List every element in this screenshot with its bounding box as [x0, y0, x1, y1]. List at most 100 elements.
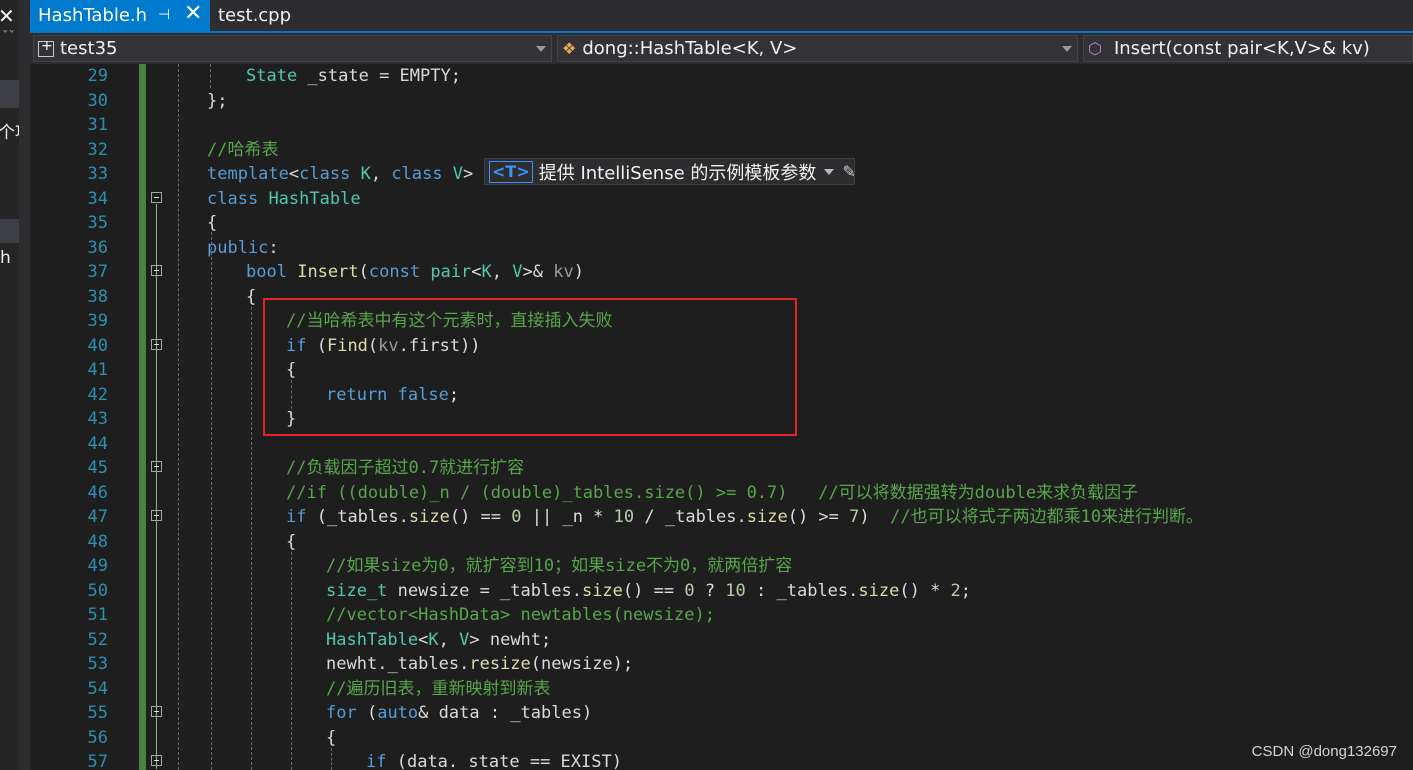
- line-number: 56: [87, 727, 108, 748]
- panel-clipped-text: 个项: [0, 123, 19, 143]
- class-icon: ❖: [562, 39, 577, 58]
- document-tab-bar: HashTable.h ⊣ ✕ test.cpp: [30, 0, 1413, 33]
- code-line: 48 {: [30, 530, 1413, 555]
- tab-test-cpp[interactable]: test.cpp: [210, 0, 291, 31]
- panel-dropdown[interactable]: [0, 80, 19, 108]
- close-tab-icon[interactable]: ✕: [184, 1, 202, 26]
- navigation-bar: test35 ❖ dong::HashTable<K, V> ⬡ Insert(…: [30, 33, 1413, 64]
- code-text: {: [286, 531, 297, 552]
- line-number: 33: [87, 164, 108, 184]
- code-text: State _state = EMPTY;: [246, 66, 461, 86]
- line-number: 53: [87, 654, 108, 674]
- chevron-down-icon: [1062, 46, 1072, 52]
- code-text: public:: [207, 237, 279, 258]
- code-line: 49 //如果size为0，就扩容到10；如果size不为0，就两倍扩容: [30, 554, 1413, 579]
- line-number: 54: [87, 678, 108, 699]
- line-number: 55: [87, 703, 108, 723]
- code-text: };: [207, 90, 228, 111]
- code-line: 30 };: [30, 89, 1413, 114]
- code-text: if (_tables.size() == 0 || _n * 10 / _ta…: [286, 507, 1204, 527]
- code-line: 31: [30, 113, 1413, 138]
- code-line: 54 //遍历旧表，重新映射到新表: [30, 677, 1413, 702]
- code-line: 55 for (auto& data : _tables): [30, 701, 1413, 726]
- line-number: 51: [87, 605, 108, 625]
- collapse-icon[interactable]: [151, 191, 162, 203]
- panel-clipped-text: h: [0, 248, 11, 268]
- line-number: 40: [87, 335, 108, 356]
- member-dropdown[interactable]: ⬡ Insert(const pair<K,V>& kv): [1083, 35, 1413, 62]
- code-text: for (auto& data : _tables): [326, 703, 593, 723]
- code-comment: //哈希表: [207, 139, 279, 160]
- code-line: 37 bool Insert(const pair<K, V>& kv): [30, 260, 1413, 285]
- watermark: CSDN @dong132697: [1251, 743, 1397, 760]
- line-number: 42: [87, 384, 108, 405]
- code-line: 36 public:: [30, 236, 1413, 261]
- line-number: 35: [87, 213, 108, 233]
- code-text: {: [207, 213, 218, 233]
- project-name: test35: [60, 38, 118, 59]
- code-line: 56 {: [30, 726, 1413, 751]
- collapse-icon[interactable]: [151, 265, 162, 276]
- chevron-down-icon: [536, 46, 546, 52]
- code-comment: //遍历旧表，重新映射到新表: [326, 678, 551, 699]
- code-line: 50 size_t newsize = _tables.size() == 0 …: [30, 579, 1413, 604]
- template-icon: <T>: [489, 160, 533, 183]
- code-line: 53 newht._tables.resize(newsize);: [30, 652, 1413, 677]
- panel-selected-item[interactable]: [0, 219, 19, 243]
- line-number: 37: [87, 262, 108, 282]
- code-text: {: [246, 286, 257, 307]
- code-line: 45 //负载因子超过0.7就进行扩容: [30, 456, 1413, 481]
- collapse-icon[interactable]: [151, 510, 162, 521]
- line-number: 43: [87, 409, 108, 429]
- code-text: HashTable<K, V> newht;: [326, 629, 552, 650]
- line-number: 47: [87, 507, 108, 527]
- line-number: 50: [87, 580, 108, 601]
- line-number: 30: [87, 90, 108, 111]
- code-line: 47 if (_tables.size() == 0 || _n * 10 / …: [30, 505, 1413, 530]
- code-line: 34 class HashTable: [30, 187, 1413, 212]
- intellisense-template-hint[interactable]: <T> 提供 IntelliSense 的示例模板参数 ✎: [484, 158, 856, 185]
- code-line: 46 //if ((double)_n / (double)_tables.si…: [30, 481, 1413, 506]
- panel-close-icon[interactable]: ✕: [0, 4, 15, 28]
- pin-icon[interactable]: ⊣: [158, 7, 170, 23]
- line-number: 29: [87, 66, 108, 86]
- code-line: 35 {: [30, 211, 1413, 236]
- left-docked-panel: ✕ ˇˇ 个项 h: [0, 0, 19, 770]
- code-text: if (data._state == EXIST): [366, 752, 622, 770]
- line-number: 31: [87, 115, 108, 135]
- project-icon: [38, 38, 54, 57]
- highlight-annotation-box: [263, 298, 797, 436]
- collapse-icon[interactable]: [151, 706, 162, 717]
- collapse-icon[interactable]: [151, 755, 162, 766]
- line-number: 44: [87, 433, 108, 454]
- line-number: 49: [87, 556, 108, 576]
- collapse-icon[interactable]: [151, 461, 162, 472]
- code-text: newht._tables.resize(newsize);: [326, 654, 634, 674]
- code-comment: //负载因子超过0.7就进行扩容: [286, 458, 525, 478]
- collapse-icon[interactable]: [151, 338, 162, 350]
- chevron-down-icon[interactable]: [824, 168, 835, 175]
- code-editor[interactable]: 29 State _state = EMPTY; 30 }; 31 32 //哈…: [30, 64, 1413, 770]
- tab-label: test.cpp: [218, 5, 292, 26]
- code-comment: //vector<HashData> newtables(newsize);: [326, 605, 715, 625]
- hint-text: 提供 IntelliSense 的示例模板参数: [538, 162, 817, 184]
- code-text: class HashTable: [207, 188, 361, 209]
- code-line: 57 if (data._state == EXIST): [30, 750, 1413, 770]
- code-text: template<class K, class V>: [207, 164, 474, 184]
- line-number: 34: [87, 188, 108, 209]
- line-number: 52: [87, 629, 108, 650]
- line-number: 45: [87, 458, 108, 478]
- line-number: 39: [87, 311, 108, 331]
- line-number: 36: [87, 237, 108, 258]
- code-text: size_t newsize = _tables.size() == 0 ? 1…: [326, 580, 972, 601]
- tab-hashtable-h[interactable]: HashTable.h ⊣ ✕: [30, 0, 210, 31]
- project-dropdown[interactable]: test35: [33, 35, 552, 62]
- scope-dropdown[interactable]: ❖ dong::HashTable<K, V>: [557, 35, 1078, 62]
- panel-overflow-icon[interactable]: ˇˇ: [2, 30, 15, 45]
- code-comment: //如果size为0，就扩容到10；如果size不为0，就两倍扩容: [326, 556, 793, 576]
- code-comment: //if ((double)_n / (double)_tables.size(…: [286, 482, 1139, 503]
- panel-splitter[interactable]: [19, 0, 30, 770]
- code-line: 29 State _state = EMPTY;: [30, 64, 1413, 89]
- pencil-icon[interactable]: ✎: [842, 162, 855, 181]
- line-number: 48: [87, 531, 108, 552]
